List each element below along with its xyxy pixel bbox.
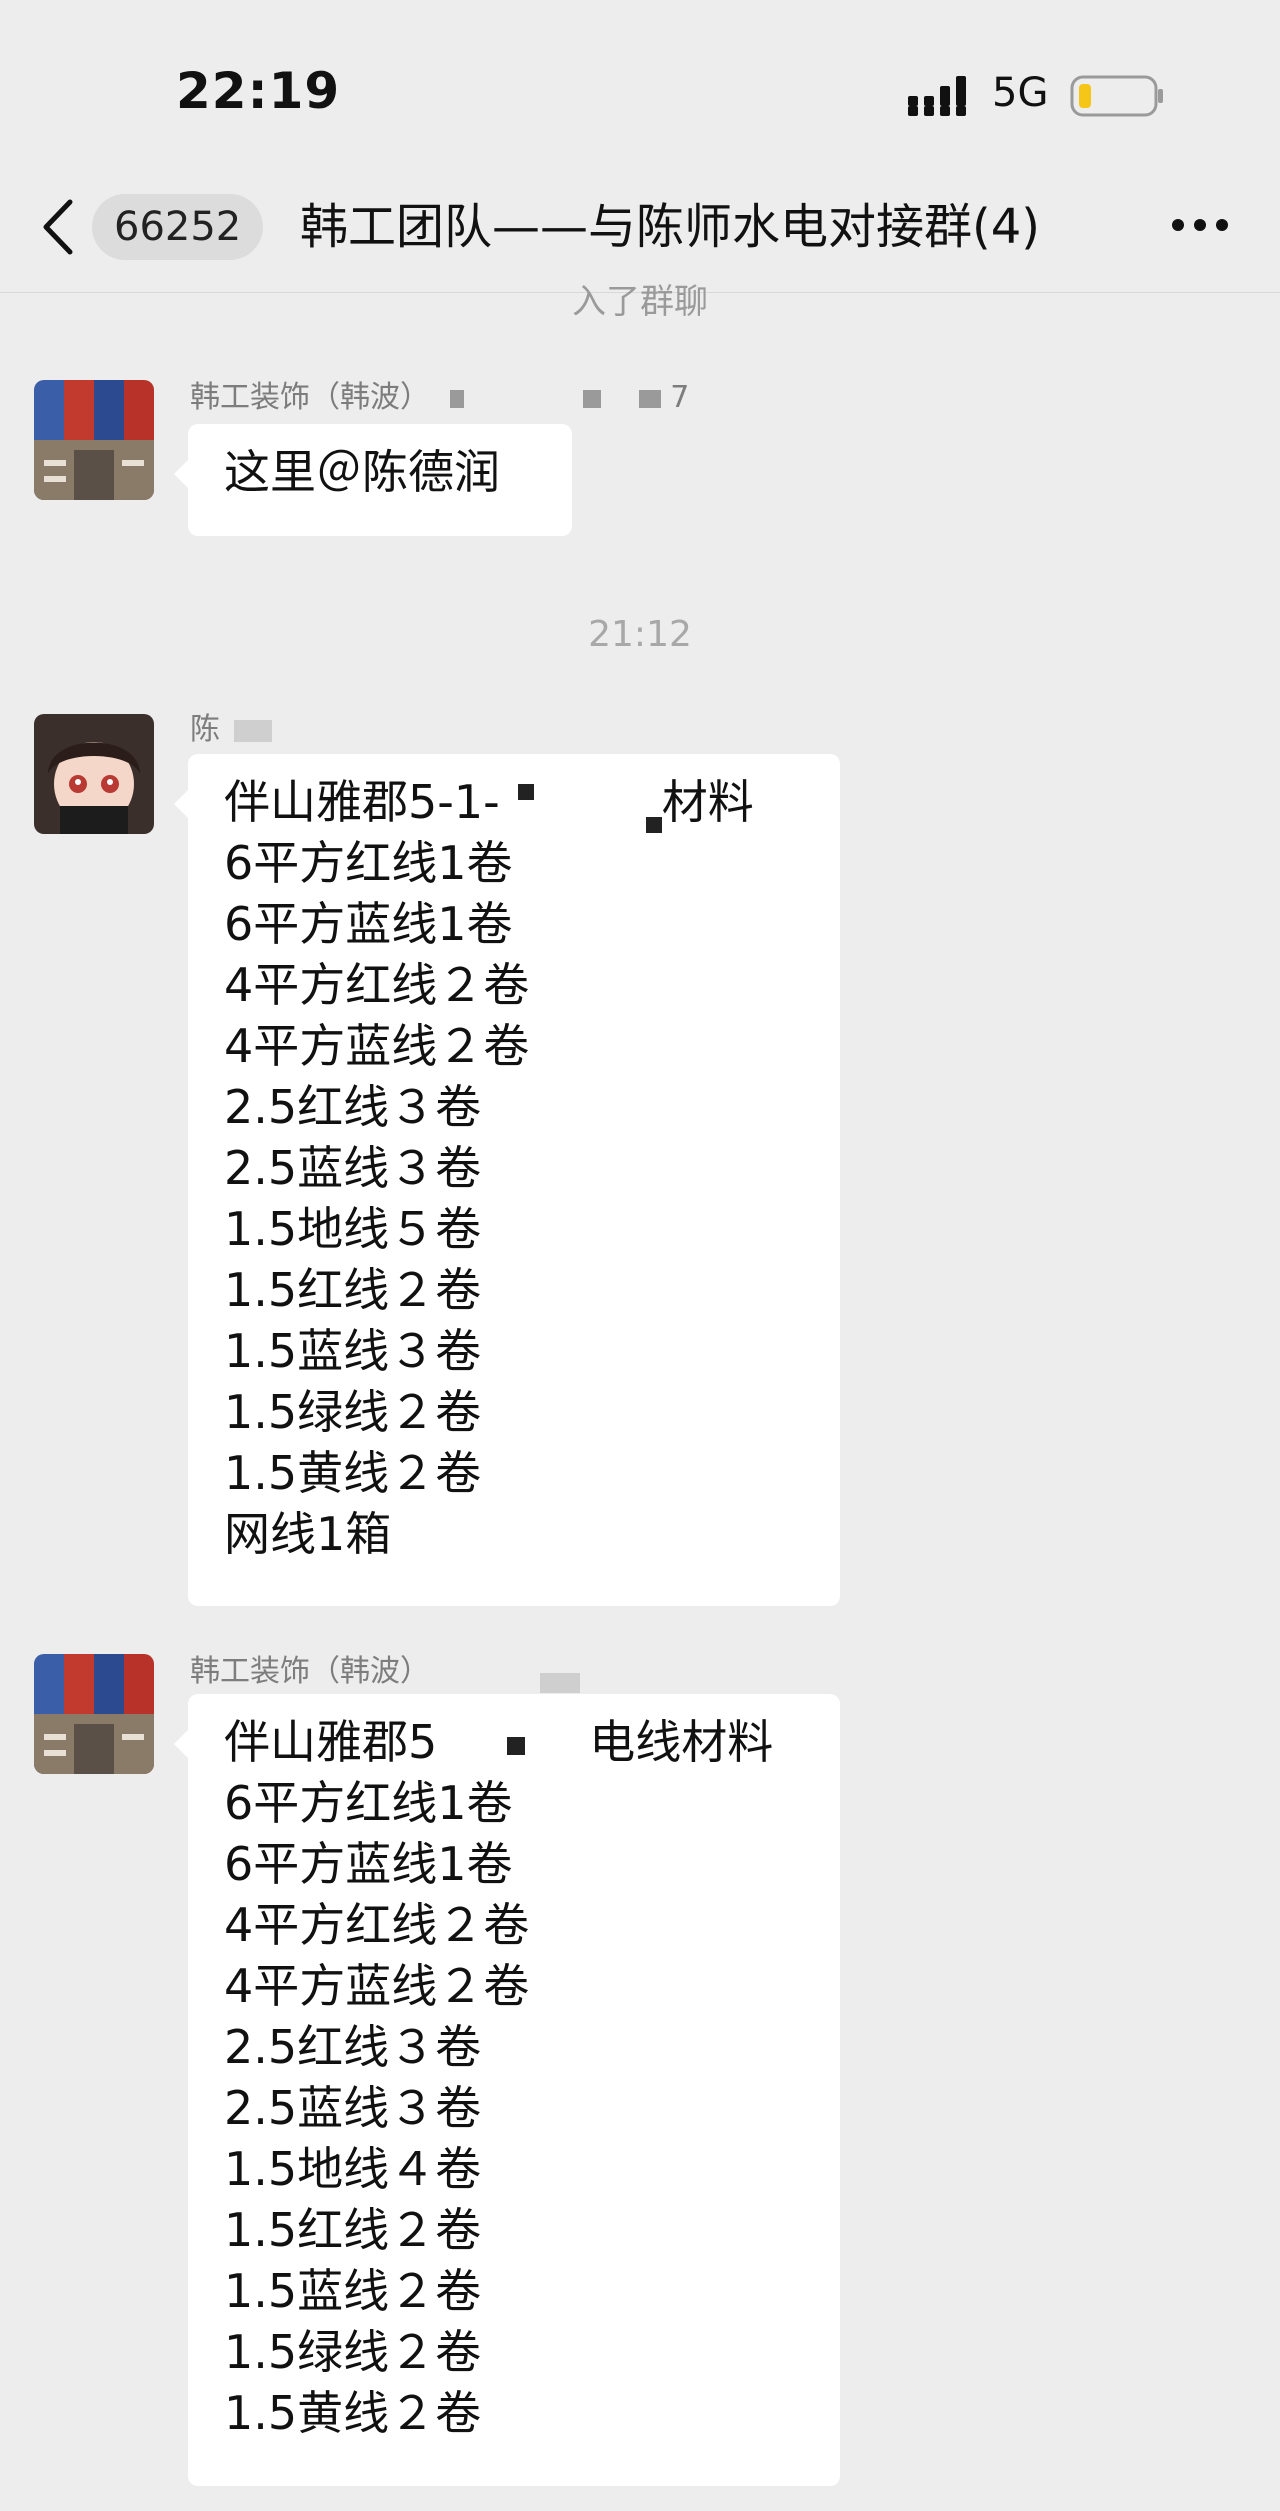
redaction — [517, 784, 534, 800]
timestamp: 21:12 — [588, 614, 692, 655]
message-line: 6平方红线1卷 — [224, 1776, 513, 1830]
chat-title: 韩工团队——与陈师水电对接群(4) — [300, 199, 1040, 255]
message-line: 1.5绿线２卷 — [224, 1385, 482, 1439]
message-bubble[interactable]: 伴山雅郡5-1- 材料 6平方红线1卷 6平方蓝线1卷 4平方红线２卷 4平方蓝线… — [174, 754, 840, 1606]
message-line: 这里＠陈德润 — [224, 445, 500, 499]
message-line: 6平方蓝线1卷 — [224, 1837, 513, 1891]
battery-icon — [1070, 75, 1163, 117]
message-line: 1.5红线２卷 — [224, 1263, 482, 1317]
message-line: 2.5蓝线３卷 — [224, 2081, 482, 2135]
system-notice: 入了群聊 — [572, 282, 708, 322]
message-line: 1.5蓝线３卷 — [224, 1324, 482, 1378]
redaction — [507, 1736, 526, 1755]
sender-name: 韩工装饰（韩波） 7 — [190, 380, 690, 415]
redaction — [583, 389, 602, 408]
message-line: 1.5地线４卷 — [224, 2142, 482, 2196]
message-line: 1.5黄线２卷 — [224, 2386, 482, 2440]
status-bar: 22:19 5G — [0, 0, 1280, 160]
message-line: 2.5红线３卷 — [224, 1080, 482, 1134]
message-line: 网线1箱 — [224, 1507, 392, 1561]
message-line: 1.5地线５卷 — [224, 1202, 482, 1256]
avatar-image — [34, 714, 154, 834]
sender-name: 韩工装饰（韩波） — [190, 1646, 580, 1693]
message-line: 1.5黄线２卷 — [224, 1446, 482, 1500]
message-line: 1.5红线２卷 — [224, 2203, 482, 2257]
back-arrow-icon[interactable] — [40, 198, 80, 256]
more-options-icon[interactable] — [1170, 210, 1230, 240]
message-line: 1.5绿线２卷 — [224, 2325, 482, 2379]
redaction — [233, 719, 272, 742]
message-line: 2.5蓝线３卷 — [224, 1141, 482, 1195]
message-line: 1.5蓝线２卷 — [224, 2264, 482, 2318]
avatar-image — [34, 380, 154, 500]
message-line: 6平方红线1卷 — [224, 836, 513, 890]
network-label: 5G — [992, 70, 1049, 116]
message-line: 6平方蓝线1卷 — [224, 897, 513, 951]
status-time: 22:19 — [176, 62, 341, 120]
redaction — [645, 817, 662, 833]
avatar-chen[interactable] — [34, 714, 154, 834]
message-line: 4平方红线２卷 — [224, 958, 530, 1012]
message-line: 4平方蓝线２卷 — [224, 1019, 530, 1073]
message-line: 2.5红线３卷 — [224, 2020, 482, 2074]
message-line: 4平方红线２卷 — [224, 1898, 530, 1952]
message-line: 伴山雅郡5 电线材料 — [224, 1715, 774, 1769]
message-bubble[interactable]: 伴山雅郡5 电线材料 6平方红线1卷 6平方蓝线1卷 4平方红线２卷 4平方蓝线２… — [174, 1694, 840, 2486]
avatar-image — [34, 1654, 154, 1774]
redaction — [638, 389, 661, 408]
redaction — [539, 1672, 580, 1693]
chat-header: 66252 韩工团队——与陈师水电对接群(4) — [0, 160, 1280, 293]
signal-icon — [908, 76, 966, 116]
unread-count-badge[interactable]: 66252 — [92, 194, 264, 260]
sender-name: 陈 — [190, 704, 272, 748]
avatar-hangong[interactable] — [34, 1654, 154, 1774]
redaction — [449, 389, 464, 408]
avatar-hangong[interactable] — [34, 380, 154, 500]
message-line: 伴山雅郡5-1- 材料 — [224, 772, 804, 833]
message-line: 4平方蓝线２卷 — [224, 1959, 530, 2013]
message-bubble[interactable]: 这里＠陈德润 — [174, 424, 572, 536]
